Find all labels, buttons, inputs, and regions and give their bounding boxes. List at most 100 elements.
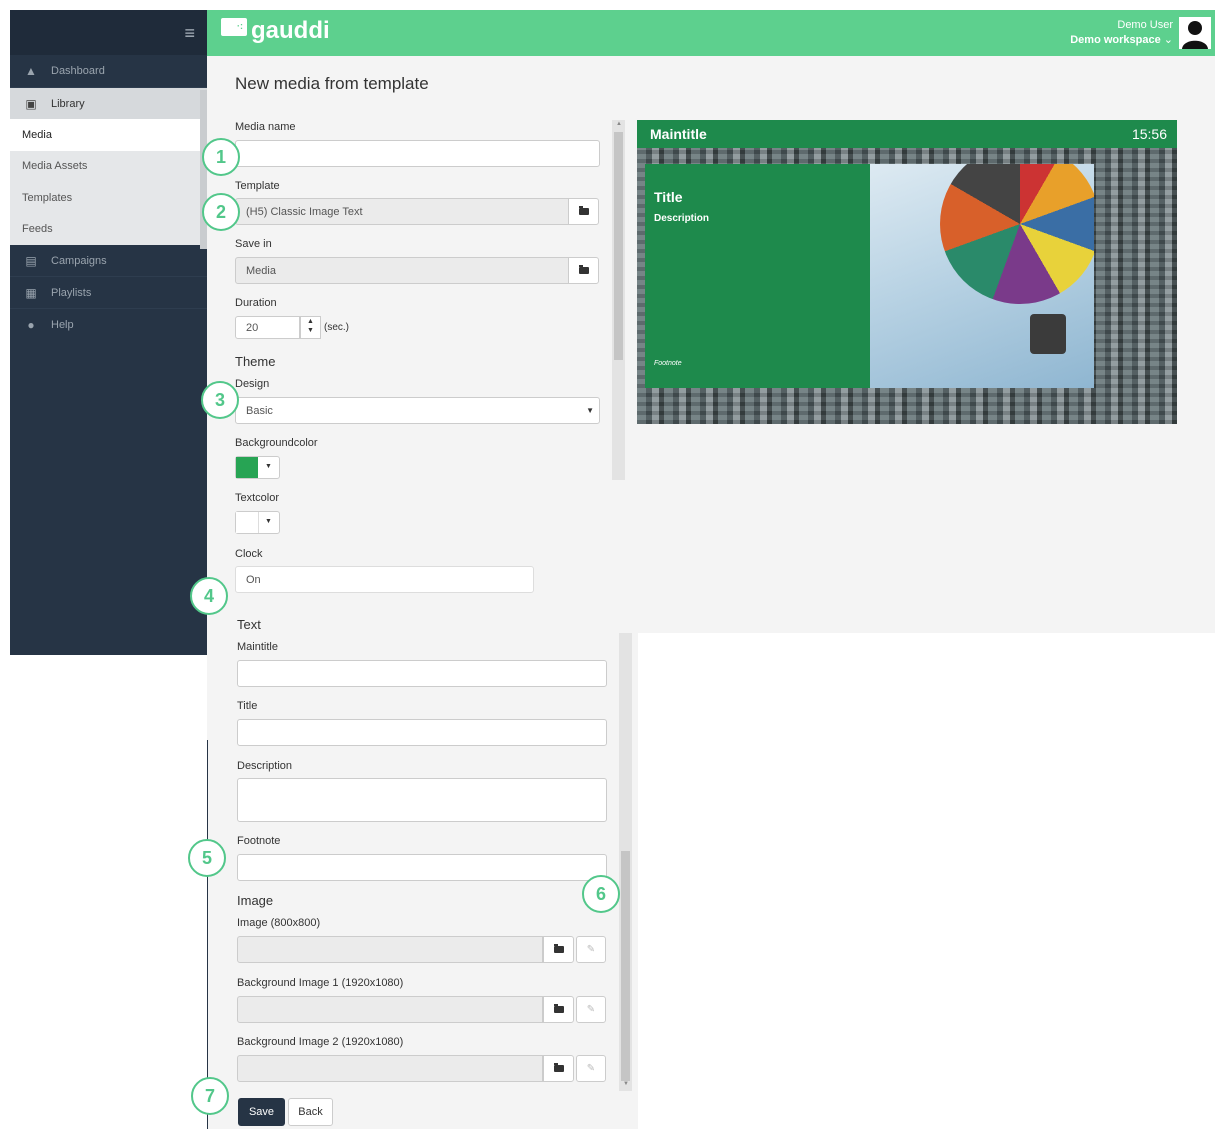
sidebar-subitem-templates[interactable]: Templates bbox=[10, 182, 207, 214]
question-icon: ● bbox=[27, 317, 35, 332]
background-image-2-field bbox=[237, 1055, 543, 1082]
background-image-1-field bbox=[237, 996, 543, 1023]
scrollbar-thumb[interactable] bbox=[621, 851, 630, 1081]
footnote-input[interactable] bbox=[237, 854, 607, 881]
back-button[interactable]: Back bbox=[288, 1098, 333, 1126]
save-in-browse-button[interactable] bbox=[568, 257, 599, 284]
preview-balloon-image bbox=[870, 164, 1094, 388]
callout-2: 2 bbox=[202, 193, 240, 231]
background-image-2-edit-button[interactable]: ✎ bbox=[576, 1055, 606, 1082]
design-select[interactable]: Basic ▼ bbox=[235, 397, 600, 424]
template-preview: Maintitle 15:56 Title Description Footno… bbox=[637, 120, 1177, 424]
preview-footnote: Footnote bbox=[654, 360, 682, 367]
pencil-icon: ✎ bbox=[586, 1063, 596, 1074]
callout-4: 4 bbox=[190, 577, 228, 615]
page-title: New media from template bbox=[235, 74, 429, 93]
image-browse-button[interactable] bbox=[543, 936, 574, 963]
brand-name: gauddi bbox=[251, 17, 330, 44]
background-image-1-edit-button[interactable]: ✎ bbox=[576, 996, 606, 1023]
background-image-1-browse-button[interactable] bbox=[543, 996, 574, 1023]
folder-icon bbox=[553, 944, 564, 953]
duration-label: Duration bbox=[235, 297, 277, 309]
caret-down-icon: ▼ bbox=[265, 463, 272, 470]
callout-5: 5 bbox=[188, 839, 226, 877]
background-image-2-browse-button[interactable] bbox=[543, 1055, 574, 1082]
preview-clock: 15:56 bbox=[1131, 126, 1167, 142]
sidebar-subitem-label: Media bbox=[22, 128, 52, 141]
textcolor-picker[interactable]: ▼ bbox=[235, 511, 280, 534]
maintitle-label: Maintitle bbox=[237, 641, 278, 653]
hot-air-balloon-icon bbox=[940, 164, 1094, 304]
sidebar-subitem-label: Media Assets bbox=[22, 160, 88, 173]
preview-top-bar: Maintitle 15:56 bbox=[637, 120, 1177, 148]
design-select-value: Basic bbox=[246, 404, 273, 417]
duration-input[interactable]: 20 bbox=[235, 316, 300, 339]
scrollbar-thumb[interactable] bbox=[614, 132, 623, 360]
image-edit-button[interactable]: ✎ bbox=[576, 936, 606, 963]
form-scrollbar-lower[interactable]: ▼ bbox=[619, 633, 632, 1091]
image-label: Image (800x800) bbox=[237, 917, 321, 929]
sidebar-item-label: Library bbox=[51, 97, 85, 110]
theme-heading: Theme bbox=[235, 354, 276, 369]
sidebar-item-label: Playlists bbox=[51, 286, 92, 299]
film-icon: ▦ bbox=[25, 285, 37, 300]
caret-down-icon: ▼ bbox=[586, 406, 594, 415]
footnote-label: Footnote bbox=[237, 835, 281, 847]
pencil-icon: ✎ bbox=[586, 944, 596, 955]
sidebar-subitem-media-assets[interactable]: Media Assets bbox=[10, 150, 207, 182]
sidebar-item-dashboard[interactable]: ▲ Dashboard bbox=[10, 55, 207, 88]
background-image-1-label: Background Image 1 (1920x1080) bbox=[237, 977, 404, 989]
description-textarea[interactable] bbox=[237, 778, 607, 822]
sidebar-subitem-label: Feeds bbox=[22, 223, 53, 236]
textcolor-label: Textcolor bbox=[235, 492, 280, 504]
user-menu[interactable]: Demo User Demo workspace ⌄ bbox=[1070, 18, 1173, 48]
caret-down-icon: ▼ bbox=[265, 518, 272, 525]
preview-text-panel: Title Description Footnote bbox=[645, 164, 870, 388]
logo-icon: ·: bbox=[221, 18, 247, 36]
save-in-label: Save in bbox=[235, 238, 272, 250]
template-label: Template bbox=[235, 180, 280, 192]
balloon-basket bbox=[1030, 314, 1066, 354]
hamburger-menu-icon[interactable]: ≡ bbox=[184, 24, 195, 42]
workspace-name: Demo workspace bbox=[1070, 34, 1161, 46]
media-name-input[interactable] bbox=[235, 140, 600, 167]
sidebar-subitem-media[interactable]: Media bbox=[10, 119, 207, 151]
sidebar-top: ≡ bbox=[10, 10, 207, 55]
avatar[interactable] bbox=[1179, 17, 1211, 49]
preview-title: Title bbox=[654, 189, 683, 205]
chevron-down-icon: ⌄ bbox=[1163, 34, 1173, 46]
sidebar-item-label: Help bbox=[51, 318, 74, 331]
scroll-up-icon[interactable]: ▲ bbox=[616, 121, 622, 127]
template-browse-button[interactable] bbox=[568, 198, 599, 225]
image-icon: ▣ bbox=[25, 96, 37, 111]
background-image-2-label: Background Image 2 (1920x1080) bbox=[237, 1036, 404, 1048]
save-button[interactable]: Save bbox=[238, 1098, 285, 1126]
title-input[interactable] bbox=[237, 719, 607, 746]
top-header: ·: gauddi Demo User Demo workspace ⌄ bbox=[207, 10, 1215, 56]
form-scrollbar-upper[interactable]: ▲ bbox=[612, 120, 625, 480]
clock-select[interactable]: On bbox=[235, 566, 534, 593]
backgroundcolor-picker[interactable]: ▼ bbox=[235, 456, 280, 479]
callout-3: 3 bbox=[201, 381, 239, 419]
sidebar-item-help[interactable]: ● Help bbox=[10, 309, 207, 340]
user-name: Demo User bbox=[1117, 19, 1173, 31]
duration-unit: (sec.) bbox=[324, 322, 349, 333]
sidebar-item-label: Campaigns bbox=[51, 254, 107, 267]
template-field: (H5) Classic Image Text bbox=[235, 198, 569, 225]
sidebar-item-campaigns[interactable]: ▤ Campaigns bbox=[10, 245, 207, 277]
image-heading: Image bbox=[237, 893, 274, 908]
description-label: Description bbox=[237, 760, 293, 772]
callout-6: 6 bbox=[582, 875, 620, 913]
sidebar-item-label: Dashboard bbox=[51, 65, 105, 77]
sidebar-subitem-feeds[interactable]: Feeds bbox=[10, 213, 207, 245]
design-label: Design bbox=[235, 378, 270, 390]
maintitle-input[interactable] bbox=[237, 660, 607, 687]
folder-icon bbox=[578, 265, 589, 274]
duration-stepper[interactable]: ▲ ▼ bbox=[300, 316, 321, 339]
sidebar-item-playlists[interactable]: ▦ Playlists bbox=[10, 277, 207, 309]
sidebar-item-library[interactable]: ▣ Library bbox=[10, 88, 207, 119]
clock-label: Clock bbox=[235, 548, 263, 560]
textcolor-swatch bbox=[236, 512, 259, 533]
preview-description: Description bbox=[654, 213, 710, 224]
scroll-down-icon[interactable]: ▼ bbox=[623, 1081, 629, 1087]
